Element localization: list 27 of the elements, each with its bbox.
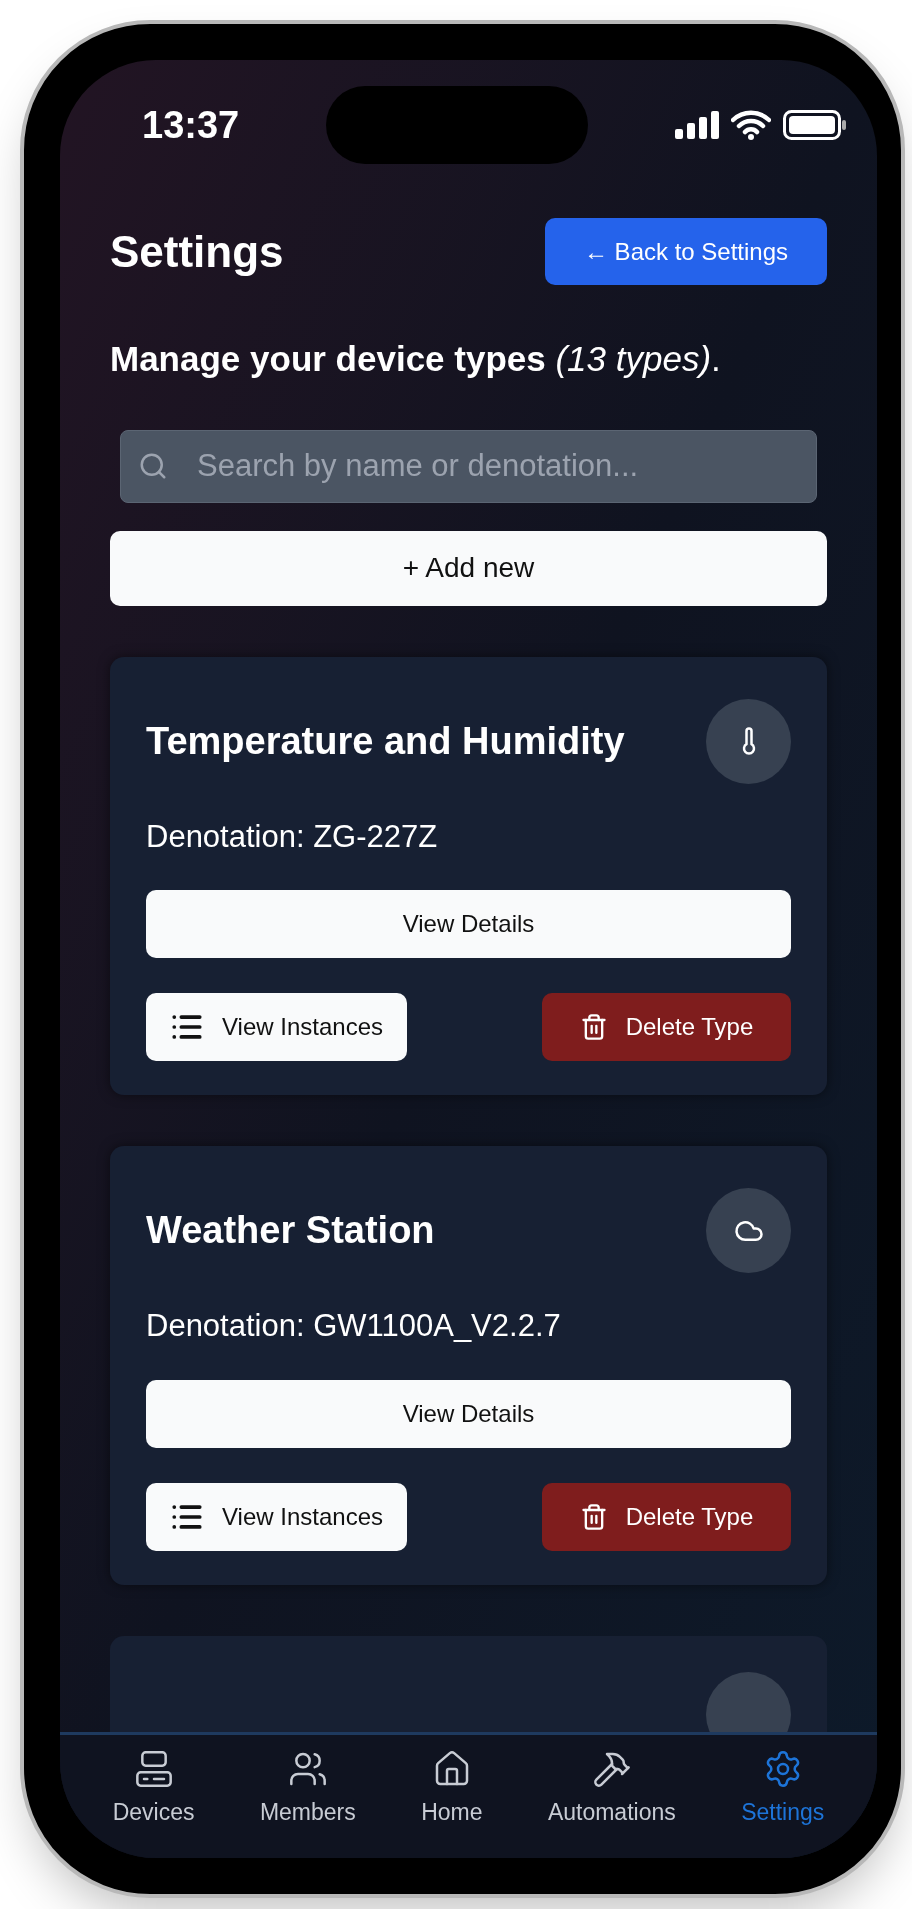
search-field[interactable]: Search by name or denotation... [120,429,817,503]
device-type-name: Temperature and Humidity [146,718,625,764]
signal-icon [675,111,719,139]
add-new-button[interactable]: + Add new [110,530,827,606]
subtitle: Manage your device types (13 types). [110,338,722,380]
view-details-button[interactable]: View Details [146,890,791,958]
wifi-icon [731,110,771,140]
tab-item[interactable]: Members [259,1749,356,1830]
denotation: Denotation: GW1100A_V2.2.7 [146,1307,562,1345]
device-type-name: Weather Station [146,1208,435,1253]
trash-icon [579,1502,608,1531]
tab-item[interactable]: Home [421,1749,483,1830]
trash-icon [579,1013,608,1041]
status-time: 13:37 [142,102,240,148]
back-button[interactable]: ← Back to Settings [545,218,827,285]
view-details-button[interactable]: View Details [146,1379,791,1448]
view-instances-button[interactable]: View Instances [146,1482,407,1551]
page-title: Settings [110,225,284,278]
tab-item[interactable]: Automations [547,1749,676,1830]
devices-icon [133,1749,174,1789]
tab-item[interactable]: Settings [741,1749,825,1830]
delete-type-button[interactable]: Delete Type [542,1482,791,1551]
denotation: Denotation: ZG-227Z [146,817,439,856]
tab-item[interactable]: Devices [112,1749,195,1830]
view-instances-button[interactable]: View Instances [146,993,407,1061]
battery-icon [783,110,847,140]
delete-type-button[interactable]: Delete Type [542,993,791,1061]
